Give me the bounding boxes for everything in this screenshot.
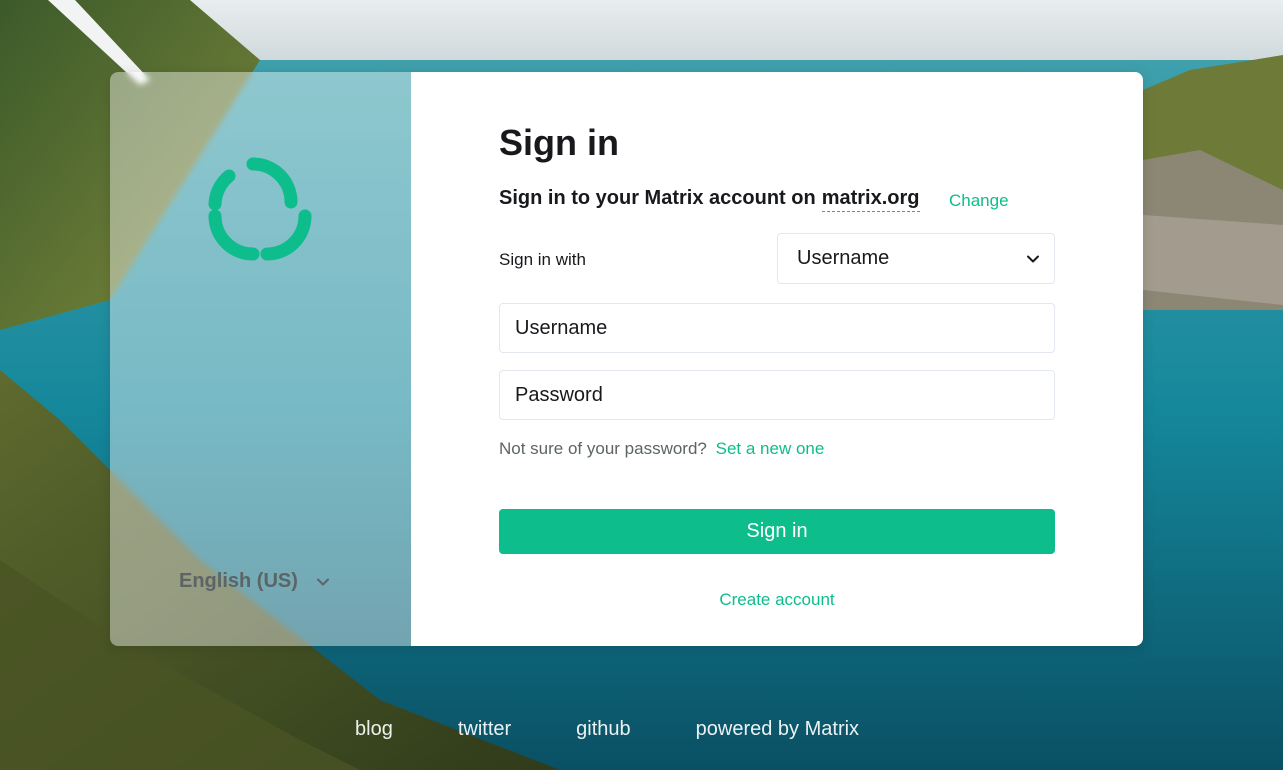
forgot-password-text: Not sure of your password? — [499, 439, 707, 458]
create-account-link[interactable]: Create account — [499, 590, 1055, 610]
chevron-down-icon — [1027, 255, 1039, 262]
footer-link-twitter[interactable]: twitter — [458, 718, 511, 741]
footer-link-blog[interactable]: blog — [355, 718, 393, 741]
footer-link-matrix[interactable]: powered by Matrix — [696, 718, 859, 741]
login-type-value: Username — [797, 247, 890, 269]
element-logo — [208, 157, 312, 261]
branding-panel: English (US) — [110, 72, 411, 646]
forgot-password-row: Not sure of your password? Set a new one — [499, 439, 824, 459]
subtitle-text: Sign in to your Matrix account on — [499, 187, 816, 209]
sign-in-with-label: Sign in with — [499, 250, 586, 269]
server-subtitle: Sign in to your Matrix account on matrix… — [499, 187, 920, 212]
footer-link-github[interactable]: github — [576, 718, 631, 741]
language-label: English (US) — [179, 570, 298, 592]
language-selector[interactable]: English (US) — [179, 570, 330, 593]
login-card: English (US) Sign in Sign in to your Mat… — [110, 72, 1143, 646]
login-form-panel: Sign in Sign in to your Matrix account o… — [411, 72, 1143, 646]
homeserver-name: matrix.org — [821, 187, 920, 212]
sign-in-button[interactable]: Sign in — [499, 509, 1055, 554]
chevron-down-icon — [316, 578, 329, 585]
username-input[interactable] — [499, 303, 1055, 353]
footer-links: blog twitter github powered by Matrix — [355, 718, 859, 741]
reset-password-link[interactable]: Set a new one — [716, 439, 825, 458]
change-server-link[interactable]: Change — [949, 191, 1009, 211]
password-input[interactable] — [499, 370, 1055, 420]
login-type-select[interactable]: Username — [777, 233, 1055, 284]
page-title: Sign in — [499, 122, 619, 163]
